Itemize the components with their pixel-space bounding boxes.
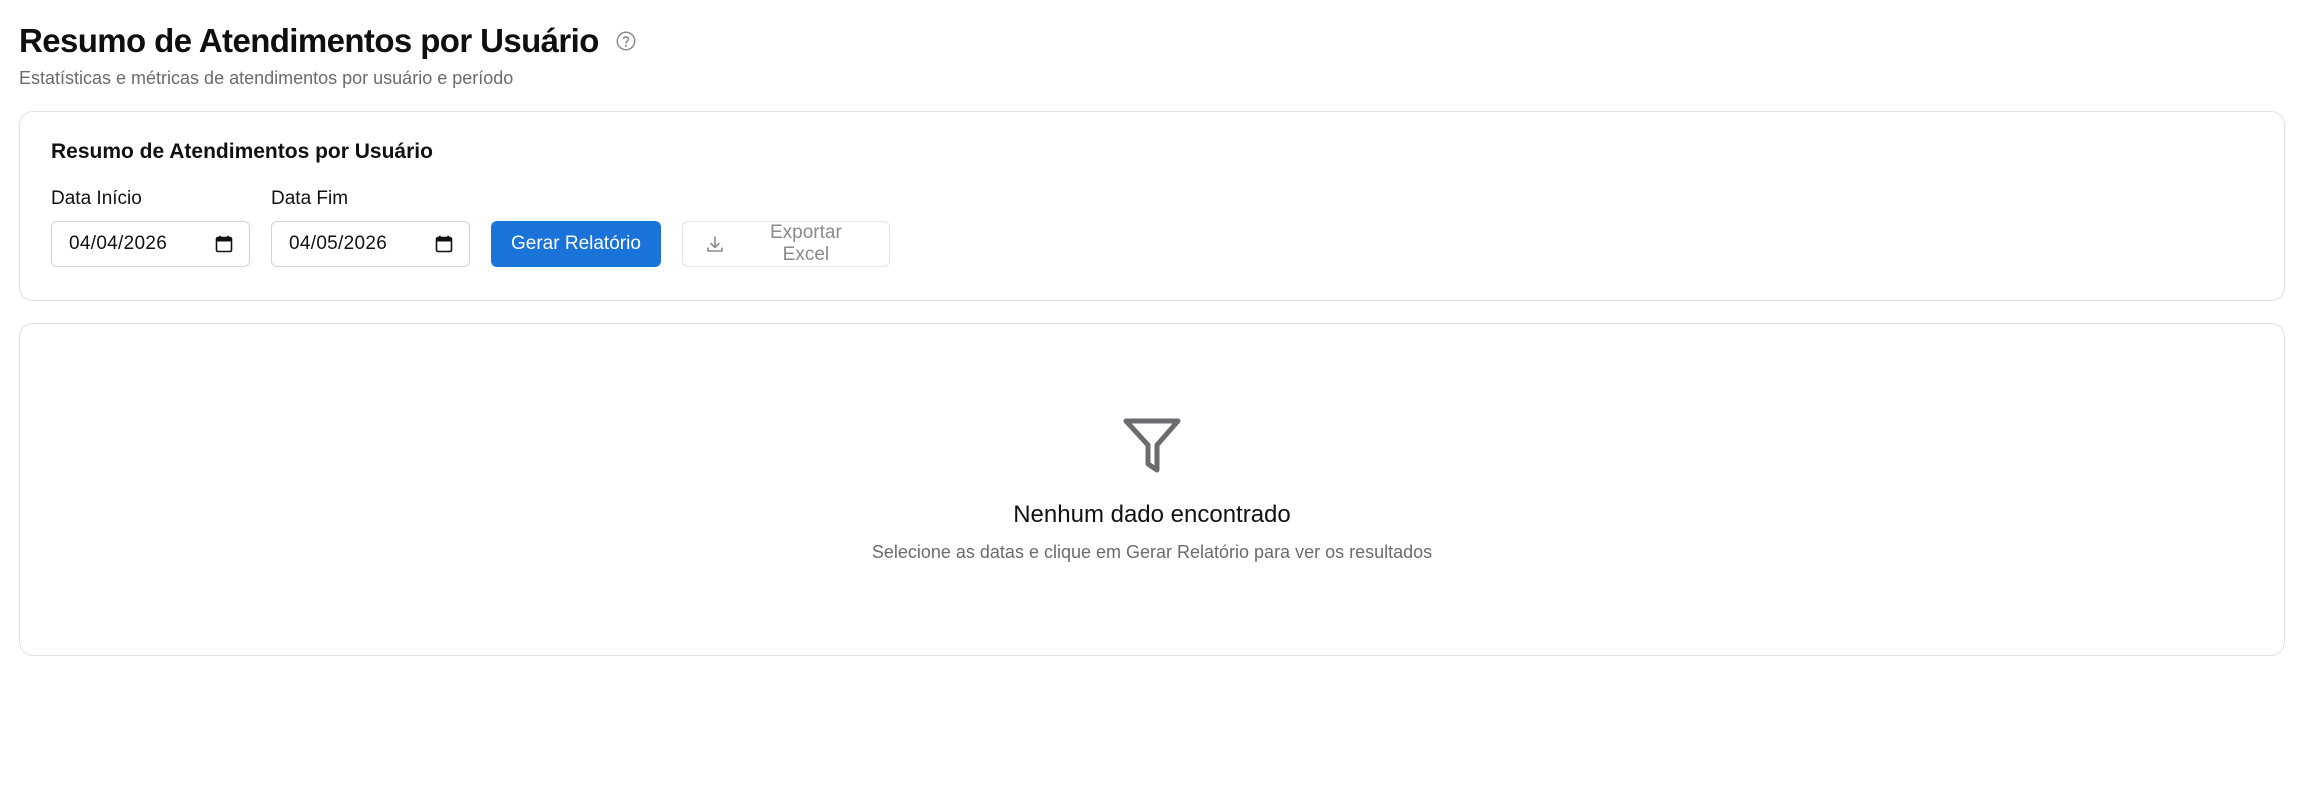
start-date-field: Data Início 04/04/2026 xyxy=(51,188,250,267)
page-title: Resumo de Atendimentos por Usuário xyxy=(19,22,599,59)
end-date-field: Data Fim 04/05/2026 xyxy=(271,188,470,267)
end-date-label: Data Fim xyxy=(271,188,349,209)
filter-row: Data Início 04/04/2026 Data Fim 04/05/20… xyxy=(51,188,2253,267)
download-icon xyxy=(705,234,725,254)
filter-card: Resumo de Atendimentos por Usuário Data … xyxy=(19,111,2285,301)
end-date-value: 04/05/2026 xyxy=(289,233,388,254)
question-circle-icon[interactable] xyxy=(615,30,637,52)
end-date-input[interactable]: 04/05/2026 xyxy=(271,221,470,267)
empty-state-title: Nenhum dado encontrado xyxy=(1013,501,1291,528)
start-date-value: 04/04/2026 xyxy=(69,233,168,254)
export-excel-label: Exportar Excel xyxy=(769,222,842,265)
start-date-label: Data Início xyxy=(51,188,142,209)
generate-report-button[interactable]: Gerar Relatório xyxy=(491,221,661,267)
page-header: Resumo de Atendimentos por Usuário xyxy=(19,22,2285,60)
results-empty-state: Nenhum dado encontrado Selecione as data… xyxy=(19,323,2285,656)
calendar-icon[interactable] xyxy=(215,235,233,253)
export-excel-button[interactable]: Exportar Excel xyxy=(681,221,890,267)
calendar-icon[interactable] xyxy=(435,235,453,253)
page-subtitle: Estatísticas e métricas de atendimentos … xyxy=(19,68,514,88)
empty-state-message: Selecione as datas e clique em Gerar Rel… xyxy=(871,542,1433,562)
filter-icon xyxy=(1122,417,1182,475)
filter-card-title: Resumo de Atendimentos por Usuário xyxy=(51,140,433,163)
report-page: Resumo de Atendimentos por Usuário Estat… xyxy=(0,0,2304,786)
start-date-input[interactable]: 04/04/2026 xyxy=(51,221,250,267)
